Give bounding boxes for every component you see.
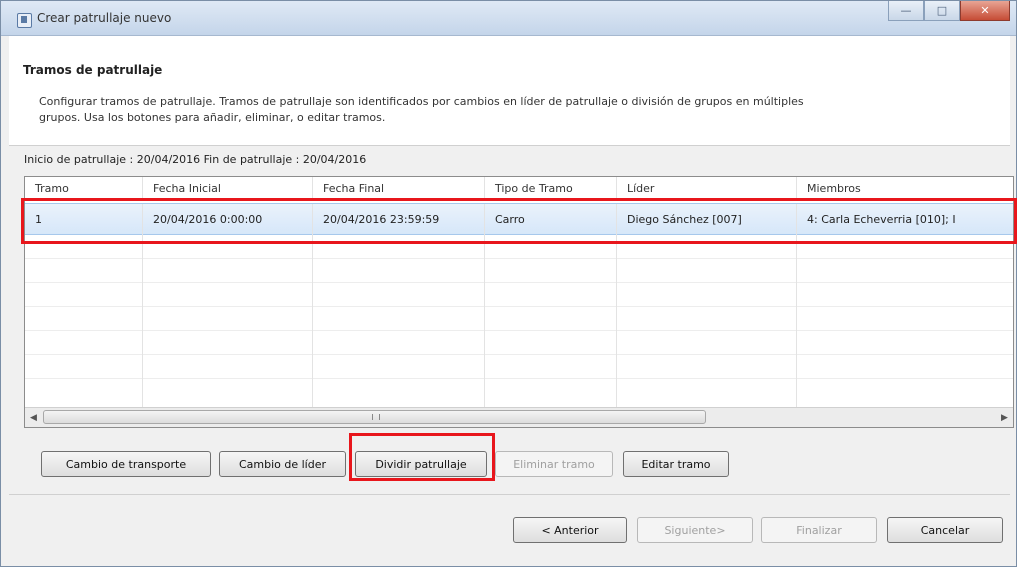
patrol-period: Inicio de patrullaje : 20/04/2016 Fin de… — [24, 153, 367, 166]
table-row[interactable]: 1 20/04/2016 0:00:00 20/04/2016 23:59:59… — [25, 203, 1013, 235]
page-title: Tramos de patrullaje — [23, 63, 163, 77]
cancel-button[interactable]: Cancelar — [887, 517, 1003, 543]
scroll-right-icon[interactable]: ▶ — [996, 408, 1013, 427]
scroll-left-icon[interactable]: ◀ — [25, 408, 42, 427]
cell-lider: Diego Sánchez [007] — [617, 204, 797, 234]
app-icon — [17, 13, 32, 28]
edit-segment-button[interactable]: Editar tramo — [623, 451, 729, 477]
maximize-icon[interactable]: □ — [924, 1, 960, 21]
minimize-icon[interactable]: — — [888, 1, 924, 21]
empty-row — [25, 378, 1013, 408]
empty-row — [25, 282, 1013, 307]
cell-miembros: 4: Carla Echeverria [010]; I — [807, 212, 956, 226]
column-header-lider[interactable]: Líder — [617, 177, 797, 199]
footer-divider — [9, 494, 1010, 495]
cell-tipo: Carro — [485, 204, 617, 234]
column-header-fecha-final[interactable]: Fecha Final — [313, 177, 485, 199]
close-icon[interactable]: ✕ — [960, 1, 1010, 21]
column-header-miembros[interactable]: Miembros — [797, 177, 1013, 199]
cell-fecha-inicial: 20/04/2016 0:00:00 — [143, 204, 313, 234]
change-leader-button[interactable]: Cambio de líder — [219, 451, 346, 477]
cell-fecha-final: 20/04/2016 23:59:59 — [313, 204, 485, 234]
wizard-header: Tramos de patrullaje Configurar tramos d… — [9, 36, 1010, 146]
table-header: Tramo Fecha Inicial Fecha Final Tipo de … — [25, 177, 1013, 200]
back-button[interactable]: < Anterior — [513, 517, 627, 543]
dialog-window: Crear patrullaje nuevo — □ ✕ Tramos de p… — [0, 0, 1017, 567]
column-header-tramo[interactable]: Tramo — [25, 177, 143, 199]
split-patrol-button[interactable]: Dividir patrullaje — [355, 451, 487, 477]
window-title: Crear patrullaje nuevo — [37, 11, 172, 25]
column-header-fecha-inicial[interactable]: Fecha Inicial — [143, 177, 313, 199]
cell-tramo: 1 — [25, 204, 143, 234]
segments-table: Tramo Fecha Inicial Fecha Final Tipo de … — [24, 176, 1014, 428]
change-transport-button[interactable]: Cambio de transporte — [41, 451, 211, 477]
empty-row — [25, 234, 1013, 259]
empty-row — [25, 354, 1013, 379]
title-bar: Crear patrullaje nuevo — □ ✕ — [1, 1, 1016, 36]
window-controls: — □ ✕ — [888, 1, 1010, 23]
empty-row — [25, 330, 1013, 355]
empty-row — [25, 258, 1013, 283]
finish-button[interactable]: Finalizar — [761, 517, 877, 543]
scrollbar-thumb[interactable] — [43, 410, 706, 424]
horizontal-scrollbar[interactable]: ◀ ▶ — [25, 407, 1013, 427]
next-button[interactable]: Siguiente> — [637, 517, 753, 543]
empty-row — [25, 306, 1013, 331]
column-header-tipo[interactable]: Tipo de Tramo — [485, 177, 617, 199]
delete-segment-button[interactable]: Eliminar tramo — [495, 451, 613, 477]
header-divider — [9, 145, 1010, 146]
page-description: Configurar tramos de patrullaje. Tramos … — [39, 95, 804, 124]
